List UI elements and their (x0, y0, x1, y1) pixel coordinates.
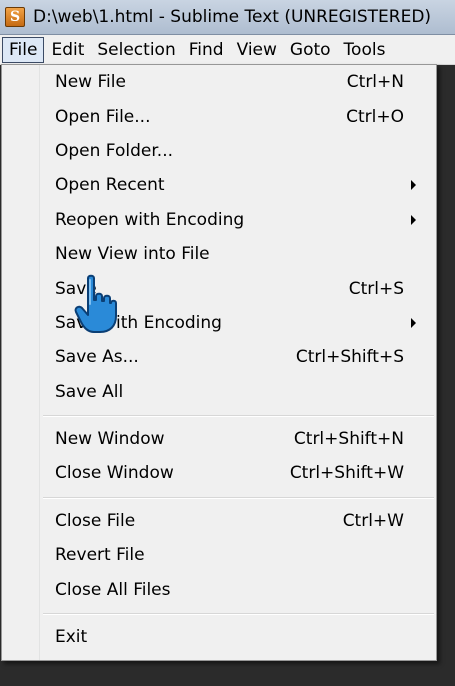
menu-item-shortcut: Ctrl+O (346, 106, 404, 127)
menu-view[interactable]: View (231, 37, 283, 63)
menu-item-close-all-files[interactable]: Close All Files (2, 572, 436, 606)
menu-item-label: New Window (55, 429, 165, 450)
hand-pointer-icon (74, 274, 117, 333)
menu-file[interactable]: File (2, 36, 45, 63)
menu-tools[interactable]: Tools (338, 37, 392, 63)
menu-item-reopen-with-encoding[interactable]: Reopen with Encoding (2, 203, 436, 237)
menu-item-new-file[interactable]: New File Ctrl+N (2, 65, 436, 99)
menu-edit[interactable]: Edit (45, 37, 90, 63)
menu-item-save-all[interactable]: Save All (2, 375, 436, 409)
menu-item-revert-file[interactable]: Revert File (2, 538, 436, 572)
file-menu-list: New File Ctrl+N Open File... Ctrl+O Open Fol… (2, 65, 436, 654)
menu-item-label: Exit (55, 627, 88, 648)
menu-item-exit[interactable]: Exit (2, 620, 436, 654)
menu-item-label: Save All (55, 381, 124, 402)
menu-item-label: Close File (55, 510, 136, 531)
menu-goto[interactable]: Goto (284, 37, 337, 63)
menu-separator (2, 607, 436, 620)
menu-item-label: Revert File (55, 545, 145, 566)
menu-item-new-view-into-file[interactable]: New View into File (2, 237, 436, 271)
menu-item-new-window[interactable]: New Window Ctrl+Shift+N (2, 422, 436, 456)
menu-item-shortcut: Ctrl+N (346, 72, 404, 93)
menu-item-save[interactable]: Save Ctrl+S (2, 271, 436, 305)
submenu-arrow-icon (411, 214, 416, 225)
title-bar[interactable]: S D:\web\1.html - Sublime Text (UNREGIST… (0, 0, 455, 35)
menu-item-close-window[interactable]: Close Window Ctrl+Shift+W (2, 456, 436, 490)
menu-item-label: New File (55, 72, 126, 93)
submenu-arrow-icon (411, 180, 416, 191)
menu-item-save-as[interactable]: Save As... Ctrl+Shift+S (2, 340, 436, 374)
menu-item-shortcut: Ctrl+S (348, 278, 404, 299)
submenu-arrow-icon (411, 317, 416, 328)
menu-find[interactable]: Find (183, 37, 230, 63)
menu-item-label: Open Recent (55, 175, 165, 196)
sublime-app-icon[interactable]: S (5, 7, 25, 27)
menu-item-label: Close All Files (55, 579, 171, 600)
menu-item-shortcut: Ctrl+Shift+S (295, 347, 404, 368)
menu-item-label: Open File... (55, 106, 151, 127)
menu-item-open-folder[interactable]: Open Folder... (2, 134, 436, 168)
menu-item-close-file[interactable]: Close File Ctrl+W (2, 504, 436, 538)
window-title: D:\web\1.html - Sublime Text (UNREGISTER… (33, 7, 432, 27)
menu-item-open-recent[interactable]: Open Recent (2, 168, 436, 202)
menu-item-save-with-encoding[interactable]: Save with Encoding (2, 306, 436, 340)
menu-item-shortcut: Ctrl+Shift+W (289, 463, 404, 484)
menu-item-open-file[interactable]: Open File... Ctrl+O (2, 99, 436, 133)
menu-separator (2, 491, 436, 504)
menu-item-shortcut: Ctrl+W (342, 510, 404, 531)
menu-item-label: Save As... (55, 347, 139, 368)
file-menu-dropdown: New File Ctrl+N Open File... Ctrl+O Open Fol… (1, 64, 437, 661)
menu-item-shortcut: Ctrl+Shift+N (293, 429, 404, 450)
menu-selection[interactable]: Selection (91, 37, 181, 63)
menu-separator (2, 409, 436, 422)
menu-item-label: Close Window (55, 463, 174, 484)
menu-item-label: New View into File (55, 244, 210, 265)
menu-item-label: Open Folder... (55, 140, 173, 161)
menu-item-label: Reopen with Encoding (55, 209, 245, 230)
menu-bar: File Edit Selection Find View Goto Tools (0, 35, 455, 65)
